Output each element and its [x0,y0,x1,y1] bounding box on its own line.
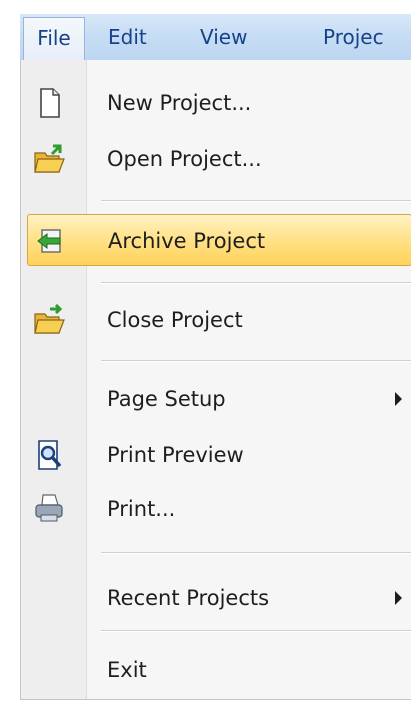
submenu-arrow-icon [395,591,402,605]
menu-item-label: Print Preview [107,443,244,467]
printer-icon [35,494,63,522]
menu-project[interactable]: Projec [323,14,411,60]
menu-item-label: Exit [107,658,147,682]
open-folder-icon [34,144,65,173]
menu-item-label: Close Project [107,308,243,332]
menu-separator [101,630,411,632]
menu-item-label: Page Setup [107,387,226,411]
menu-item-print[interactable]: Print... [21,483,411,535]
menu-separator [101,552,411,554]
menu-item-label: New Project... [107,91,252,115]
menu-separator [101,360,411,362]
menu-item-page-setup[interactable]: Page Setup [21,373,411,425]
menu-bar: File Edit View Projec [20,14,411,61]
menu-edit[interactable]: Edit [108,14,147,60]
menu-item-recent-projects[interactable]: Recent Projects [21,572,411,624]
menu-file[interactable]: File [23,17,85,61]
blank-page-icon [40,88,60,118]
close-folder-icon [34,304,65,334]
menu-item-archive-project[interactable]: Archive Project [27,214,411,266]
menu-view[interactable]: View [200,14,247,60]
menu-item-label: Print... [107,497,176,521]
menu-separator [101,200,411,202]
submenu-arrow-icon [395,392,402,406]
menu-item-close-project[interactable]: Close Project [21,294,411,346]
menu-item-print-preview[interactable]: Print Preview [21,429,411,481]
menu-item-label: Open Project... [107,147,262,171]
archive-arrow-icon [37,229,61,253]
menu-item-open-project[interactable]: Open Project... [21,133,411,185]
menu-item-label: Recent Projects [107,586,270,610]
menu-item-new-project[interactable]: New Project... [21,77,411,129]
file-menu-dropdown: New Project... Open Project... Archive P… [20,60,411,700]
menu-item-label: Archive Project [108,229,266,253]
menu-item-exit[interactable]: Exit [21,644,411,696]
menu-separator [101,282,411,284]
print-preview-icon [38,440,62,470]
